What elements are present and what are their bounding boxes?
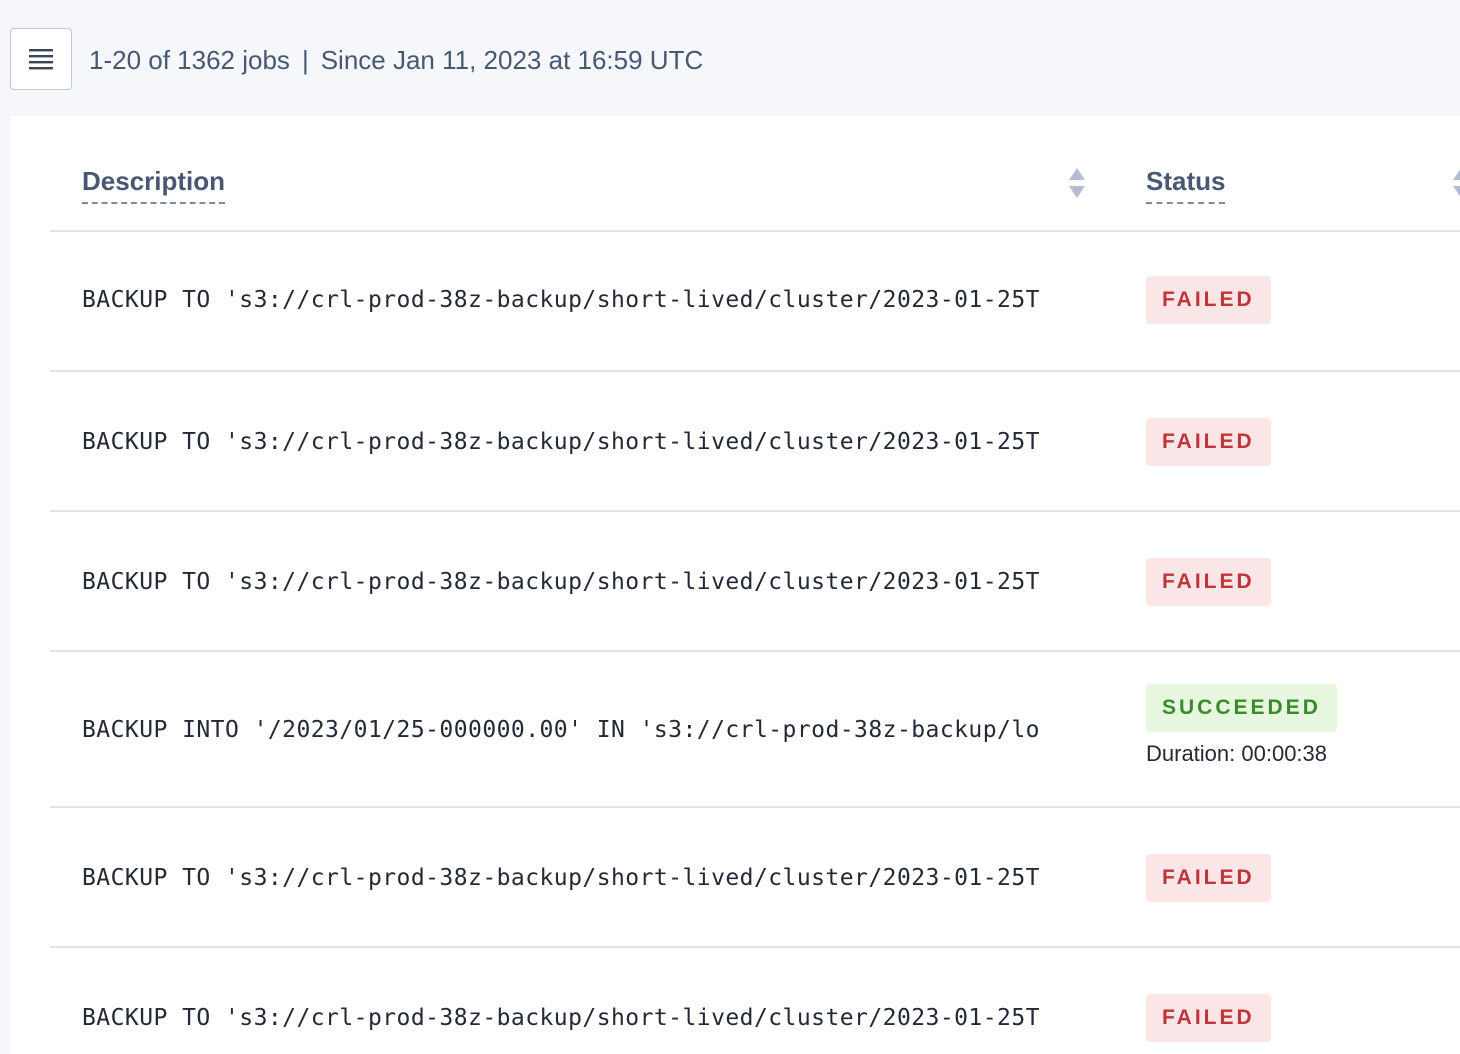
hamburger-menu-icon [29,49,53,70]
status-badge: FAILED [1146,418,1271,466]
table-row: BACKUP TO 's3://crl-prod-38z-backup/shor… [50,372,1460,512]
table-row: BACKUP TO 's3://crl-prod-38z-backup/shor… [50,808,1460,948]
jobs-since: Since Jan 11, 2023 at 16:59 UTC [320,45,704,75]
table-row: BACKUP INTO '/2023/01/25-000000.00' IN '… [50,652,1460,808]
jobs-count: 1-20 of 1362 jobs [89,45,290,75]
job-duration: Duration: 00:00:38 [1146,741,1328,766]
sort-icon[interactable] [1452,166,1460,200]
status-badge: SUCCEEDED [1146,684,1337,732]
job-description[interactable]: BACKUP INTO '/2023/01/25-000000.00' IN '… [82,715,1084,745]
sort-icon[interactable] [1068,166,1086,200]
column-header-status[interactable]: Status [1146,164,1226,204]
jobs-page: 1-20 of 1362 jobs | Since Jan 11, 2023 at … [0,0,1460,1054]
summary-separator: | [301,45,309,75]
table-row: BACKUP TO 's3://crl-prod-38z-backup/shor… [50,230,1460,372]
job-description[interactable]: BACKUP TO 's3://crl-prod-38z-backup/shor… [82,863,1084,893]
table-row: BACKUP TO 's3://crl-prod-38z-backup/shor… [50,948,1460,1054]
status-badge: FAILED [1146,994,1271,1042]
job-description[interactable]: BACKUP TO 's3://crl-prod-38z-backup/shor… [82,285,1084,315]
table-row: BACKUP TO 's3://crl-prod-38z-backup/shor… [50,512,1460,652]
jobs-table: Description Status BACKUP TO 's3://crl-p… [10,116,1460,1054]
column-header-description[interactable]: Description [82,164,226,204]
column-selector-button[interactable] [10,28,72,90]
table-header: Description Status [50,116,1460,232]
job-description[interactable]: BACKUP TO 's3://crl-prod-38z-backup/shor… [82,1003,1084,1033]
job-description[interactable]: BACKUP TO 's3://crl-prod-38z-backup/shor… [82,567,1084,597]
jobs-toolbar: 1-20 of 1362 jobs | Since Jan 11, 2023 at … [0,0,1460,116]
jobs-summary: 1-20 of 1362 jobs | Since Jan 11, 2023 at … [89,43,703,77]
status-badge: FAILED [1146,276,1271,324]
status-badge: FAILED [1146,854,1271,902]
status-badge: FAILED [1146,558,1271,606]
job-description[interactable]: BACKUP TO 's3://crl-prod-38z-backup/shor… [82,427,1084,457]
